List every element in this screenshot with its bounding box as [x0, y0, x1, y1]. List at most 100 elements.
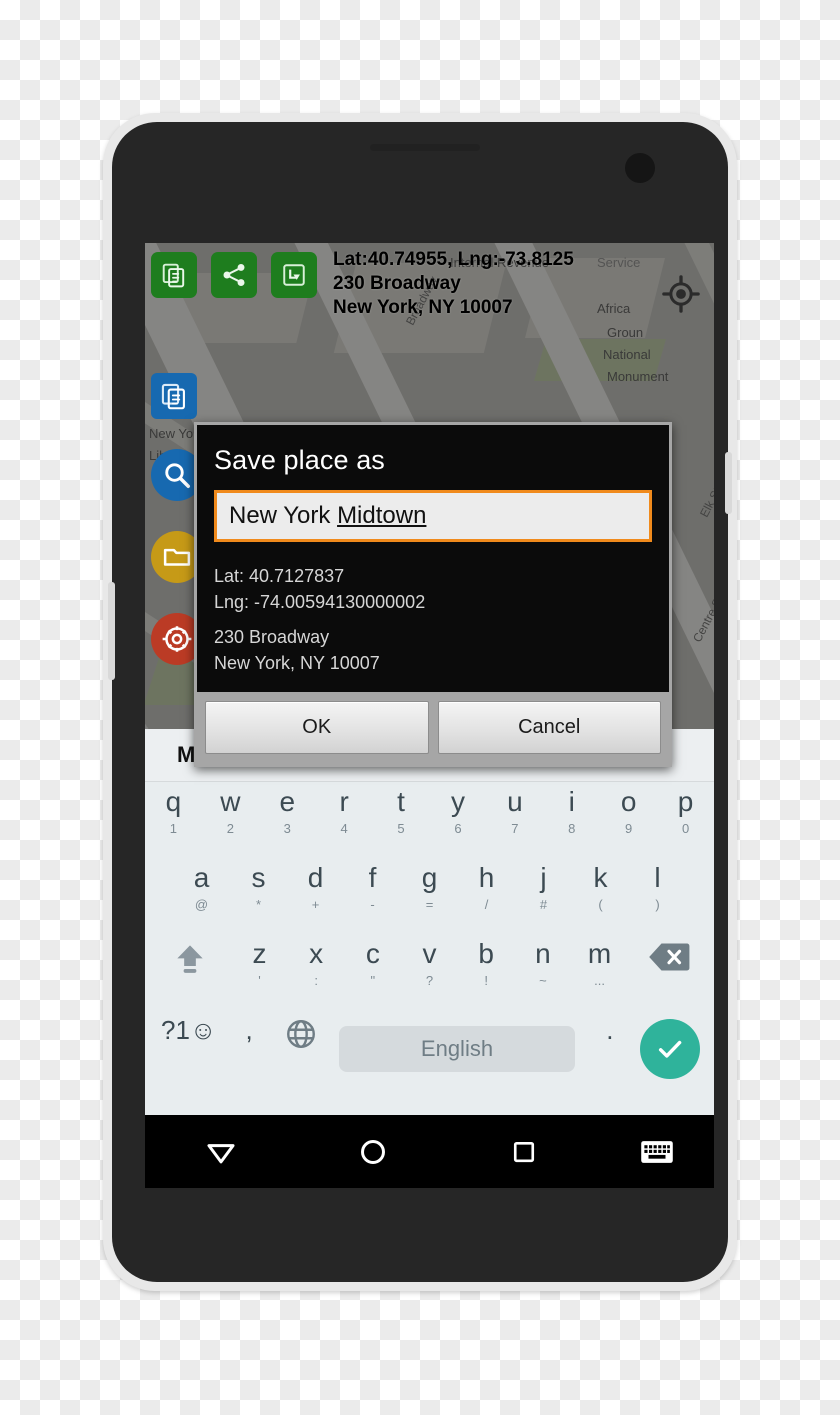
system-navigation-bar	[145, 1115, 714, 1188]
key-g[interactable]: g =	[401, 858, 458, 934]
key-t[interactable]: t5	[373, 782, 430, 858]
symbols-key-label: ?1☺	[160, 1015, 217, 1045]
key-sublabel: 0	[681, 821, 690, 836]
key-sublabel: /	[484, 897, 489, 912]
keyboard-switch-icon[interactable]	[600, 1139, 714, 1165]
key-o[interactable]: o9	[600, 782, 657, 858]
key-label: c	[365, 938, 380, 969]
key-f[interactable]: f-	[344, 858, 401, 934]
key-p[interactable]: p0	[657, 782, 714, 858]
key-sublabel: -	[370, 897, 375, 912]
key-u[interactable]: u7	[486, 782, 543, 858]
key-sublabel: =	[425, 897, 434, 912]
key-e[interactable]: e3	[259, 782, 316, 858]
key-label: u	[507, 786, 523, 817]
key-h[interactable]: h /	[458, 858, 515, 934]
key-x[interactable]: x:	[288, 934, 345, 1010]
key-m[interactable]: m...	[571, 934, 628, 1010]
dialog-title: Save place as	[214, 445, 385, 475]
soft-keyboard: MidtownMiltonMaidstone q1w2e3r4t5y6u7i8o…	[145, 729, 714, 1115]
key-label: q	[165, 786, 182, 817]
key-sublabel: 5	[397, 821, 405, 836]
key-sublabel: (	[598, 897, 603, 912]
cancel-button[interactable]: Cancel	[437, 701, 661, 755]
key-label: p	[677, 786, 694, 817]
key-label: r	[339, 786, 349, 817]
dialog-street: 230 Broadway	[214, 627, 330, 648]
ok-button[interactable]: OK	[205, 701, 429, 755]
keyboard-row-1: q1w2e3r4t5y6u7i8o9p0	[145, 782, 714, 858]
key-sublabel: 8	[568, 821, 576, 836]
dialog-content: Save place as New York Midtown Lat: 40.7…	[197, 425, 669, 693]
place-name-input[interactable]: New York Midtown	[214, 490, 652, 542]
key-j[interactable]: j #	[515, 858, 572, 934]
language-globe-icon[interactable]	[274, 1011, 329, 1087]
save-place-dialog: Save place as New York Midtown Lat: 40.7…	[194, 422, 672, 768]
keyboard-row-3-letters: z ' x: c " v? b! n ~ m...	[231, 934, 628, 1010]
key-sublabel: ~	[539, 973, 547, 988]
key-sublabel: @	[194, 897, 209, 912]
map-header-citystatezip: New York, NY 10007	[333, 296, 513, 318]
key-b[interactable]: b!	[458, 934, 515, 1010]
space-key[interactable]: English	[338, 1026, 576, 1072]
key-v[interactable]: v?	[401, 934, 458, 1010]
key-l[interactable]: l)	[629, 858, 686, 934]
key-y[interactable]: y6	[430, 782, 487, 858]
key-sublabel: ?	[425, 973, 434, 988]
volume-button[interactable]	[108, 582, 115, 680]
key-z[interactable]: z '	[231, 934, 288, 1010]
map-address-header: Lat:40.74955, Lng:-73.8125 230 Broadway …	[333, 248, 574, 320]
keyboard-row-4: ?1☺ , English .	[145, 1010, 714, 1088]
my-location-icon[interactable]	[662, 275, 700, 318]
enter-key[interactable]	[635, 1019, 706, 1079]
key-sublabel: '	[258, 973, 261, 988]
key-sublabel: 3	[283, 821, 291, 836]
dialog-button-bar: OK Cancel	[197, 692, 669, 765]
key-label: j	[540, 862, 547, 893]
backspace-key[interactable]	[628, 934, 710, 1010]
home-icon[interactable]	[297, 1135, 449, 1169]
key-label: v	[422, 938, 437, 969]
recents-icon[interactable]	[448, 1137, 600, 1167]
key-label: k	[593, 862, 608, 893]
symbols-key[interactable]: ?1☺	[153, 1011, 224, 1087]
key-label: i	[568, 786, 575, 817]
share-icon[interactable]	[211, 252, 257, 298]
import-icon[interactable]	[271, 252, 317, 298]
key-a[interactable]: a @	[173, 858, 230, 934]
key-r[interactable]: r4	[316, 782, 373, 858]
key-sublabel: !	[484, 973, 488, 988]
key-i[interactable]: i8	[543, 782, 600, 858]
key-n[interactable]: n ~	[515, 934, 572, 1010]
input-composing-text: Midtown	[337, 502, 427, 529]
key-sublabel: 7	[511, 821, 519, 836]
key-label: x	[309, 938, 324, 969]
key-w[interactable]: w2	[202, 782, 259, 858]
phone-body: Internal Revenue Service Africa Groun Nation…	[108, 122, 732, 1282]
key-s[interactable]: s *	[230, 858, 287, 934]
key-label: y	[450, 786, 465, 817]
key-label: b	[478, 938, 494, 969]
power-button[interactable]	[725, 452, 732, 514]
comma-key-label: ,	[245, 1015, 253, 1045]
key-label: t	[397, 786, 405, 817]
key-label: h	[478, 862, 495, 893]
key-k[interactable]: k(	[572, 858, 629, 934]
input-committed-text: New York	[229, 502, 338, 529]
key-label: o	[620, 786, 637, 817]
front-camera	[625, 153, 655, 183]
key-c[interactable]: c "	[345, 934, 402, 1010]
copy-icon[interactable]	[151, 252, 197, 298]
shift-key[interactable]	[149, 934, 231, 1010]
hide-keyboard-back-icon[interactable]	[145, 1135, 297, 1169]
key-label: n	[535, 938, 551, 969]
documents-icon[interactable]	[151, 373, 203, 419]
key-q[interactable]: q1	[145, 782, 202, 858]
period-key[interactable]: .	[585, 1011, 634, 1087]
phone-device: Internal Revenue Service Africa Groun Nation…	[103, 113, 737, 1291]
key-sublabel: 2	[226, 821, 234, 836]
key-sublabel: 6	[454, 821, 462, 836]
comma-key[interactable]: ,	[224, 1011, 273, 1087]
key-d[interactable]: d +	[287, 858, 344, 934]
map-header-coords: Lat:40.74955, Lng:-73.8125	[333, 249, 574, 270]
